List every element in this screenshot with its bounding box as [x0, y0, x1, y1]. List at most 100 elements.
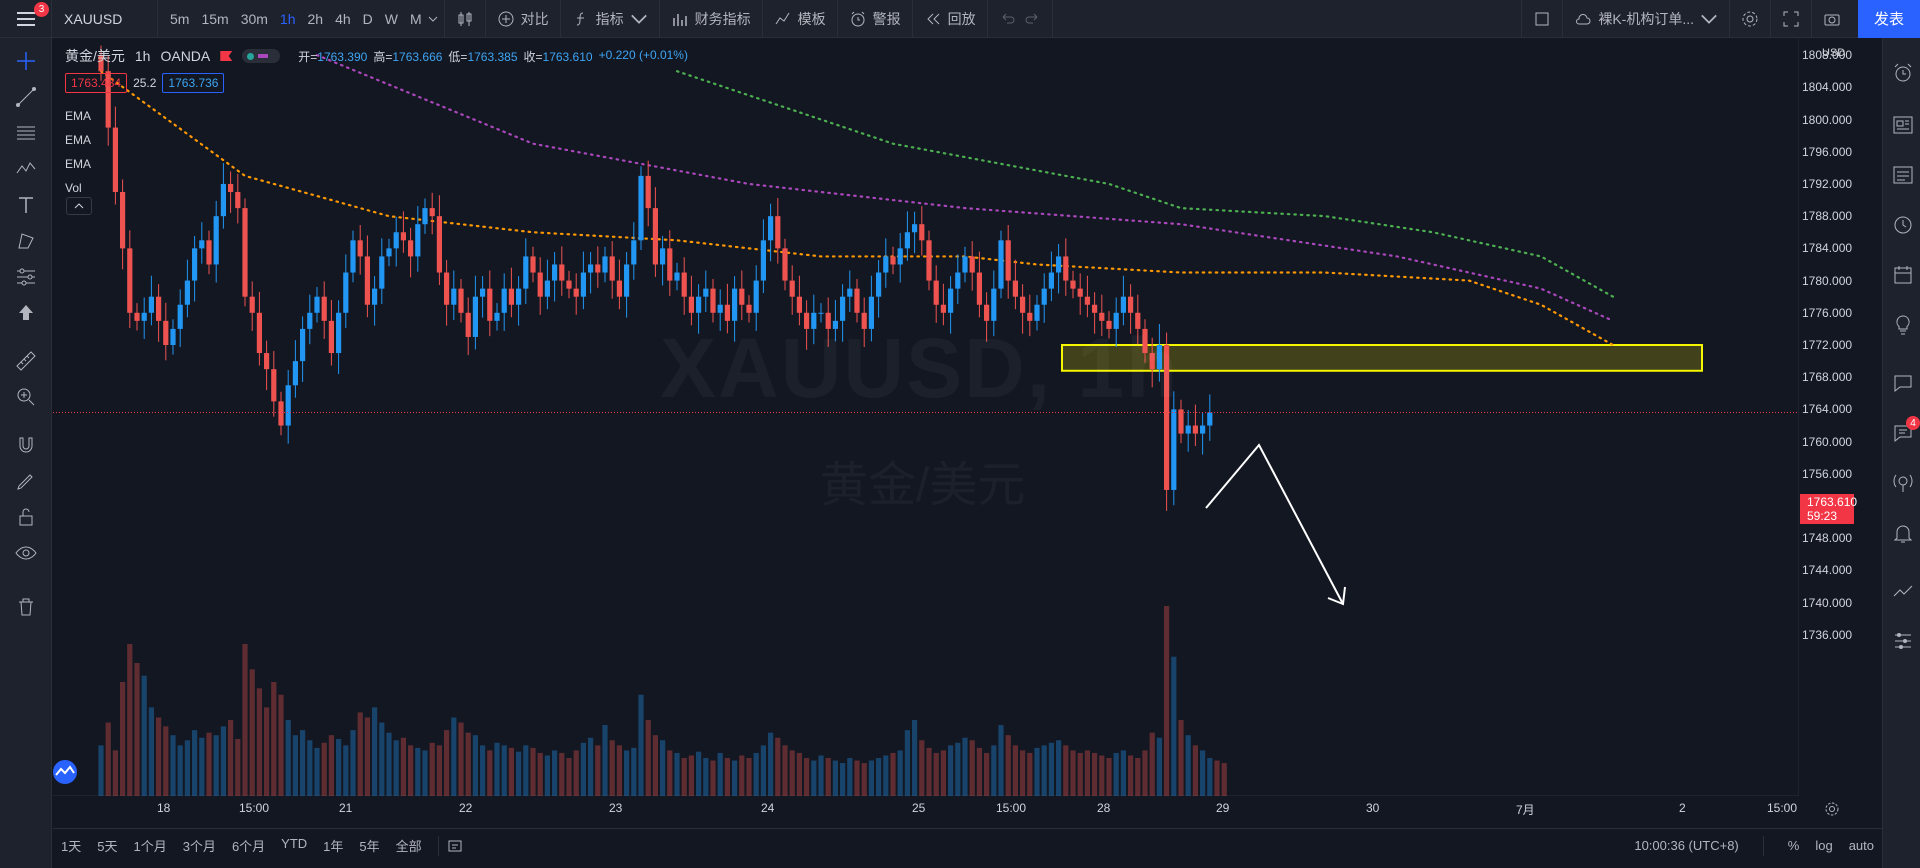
candle-body: [760, 240, 766, 281]
messages-button[interactable]: 4: [1890, 416, 1920, 446]
data-window-button[interactable]: [1890, 162, 1916, 188]
indicator-ema-1[interactable]: EMA: [65, 104, 91, 128]
ideas-button[interactable]: [1890, 312, 1916, 338]
pattern-tool[interactable]: [13, 156, 39, 182]
flag-icon[interactable]: [220, 51, 233, 61]
indicators-button[interactable]: 指标: [561, 0, 660, 38]
undo-icon[interactable]: [999, 10, 1017, 28]
fullscreen-button[interactable]: [1771, 0, 1812, 38]
candle-body: [228, 183, 234, 192]
watchlist-button[interactable]: [1890, 60, 1916, 86]
collapse-legend-button[interactable]: [66, 197, 92, 215]
candle-body: [681, 272, 687, 297]
interval-w[interactable]: W: [379, 11, 404, 27]
saved-layout-button[interactable]: 裸K-机构订单...: [1563, 0, 1730, 38]
shape-tool[interactable]: [13, 228, 39, 254]
streams-button[interactable]: [1890, 470, 1916, 496]
goto-date-icon[interactable]: [447, 839, 463, 853]
volume-bar: [364, 717, 370, 796]
measure-lines-tool[interactable]: [13, 264, 39, 290]
volume-bar: [415, 747, 421, 796]
chart-type-button[interactable]: [445, 0, 486, 38]
range-1d[interactable]: 1天: [53, 836, 89, 855]
fib-tool[interactable]: [13, 120, 39, 146]
candle-body: [300, 328, 306, 362]
interval-1h[interactable]: 1h: [274, 11, 302, 27]
notifications-button[interactable]: [1890, 520, 1916, 546]
candle-body: [710, 288, 716, 313]
indicator-ema-3[interactable]: EMA: [65, 152, 91, 176]
bell-icon: [1893, 525, 1913, 543]
clock[interactable]: 10:00:36 (UTC+8): [1634, 838, 1738, 853]
range-5d[interactable]: 5天: [89, 836, 125, 855]
time-axis[interactable]: 18 15:00 21 22 23 24 25 15:00 28 29 30 7…: [53, 797, 1799, 821]
candle-body: [1084, 296, 1090, 305]
interval-5m[interactable]: 5m: [164, 11, 195, 27]
log-toggle[interactable]: log: [1815, 838, 1832, 853]
chats-button[interactable]: [1890, 370, 1916, 396]
close-label: 收=: [523, 49, 543, 64]
alerts-button[interactable]: 警报: [838, 0, 913, 38]
draw-mode-tool[interactable]: [13, 468, 39, 494]
chat-icon: [1894, 375, 1912, 393]
news-button[interactable]: [1890, 112, 1916, 138]
template-icon: [775, 12, 790, 24]
range-6m[interactable]: 6个月: [224, 836, 273, 855]
price-chart[interactable]: [53, 39, 1799, 796]
trendline-tool[interactable]: [13, 84, 39, 110]
interval-30m[interactable]: 30m: [235, 11, 274, 27]
bid-button[interactable]: 1763.484: [65, 73, 128, 93]
symbol-search[interactable]: XAUUSD: [52, 0, 158, 38]
legend-symbol-name[interactable]: 黄金/美元: [65, 46, 125, 66]
interval-15m[interactable]: 15m: [195, 11, 234, 27]
gear-icon[interactable]: [1824, 801, 1840, 817]
layout-select-button[interactable]: [1521, 0, 1564, 38]
ask-button[interactable]: 1763.736: [162, 73, 225, 93]
delete-tool[interactable]: [13, 594, 39, 620]
percent-toggle[interactable]: %: [1788, 838, 1800, 853]
interval-4h[interactable]: 4h: [329, 11, 357, 27]
main-menu-button[interactable]: 3: [0, 0, 52, 38]
range-1m[interactable]: 1个月: [125, 836, 174, 855]
order-panel-button[interactable]: [1890, 578, 1916, 604]
redo-icon[interactable]: [1023, 10, 1041, 28]
time-label: 24: [761, 801, 775, 815]
volume-bar: [1149, 732, 1155, 796]
range-3m[interactable]: 3个月: [175, 836, 224, 855]
volume-bar: [400, 737, 406, 796]
zoom-tool[interactable]: [13, 384, 39, 410]
broadcast-icon: [1893, 474, 1913, 492]
calendar-button[interactable]: [1890, 262, 1916, 288]
arrow-up-tool[interactable]: [13, 300, 39, 326]
chevron-down-icon[interactable]: [428, 15, 438, 23]
range-all[interactable]: 全部: [388, 836, 430, 855]
interval-d[interactable]: D: [357, 11, 379, 27]
templates-button[interactable]: 模板: [763, 0, 838, 38]
chart-pane[interactable]: [53, 39, 1799, 796]
magnet-tool[interactable]: [13, 432, 39, 458]
replay-button[interactable]: 回放: [913, 0, 988, 38]
market-status-icon[interactable]: [242, 49, 281, 63]
compare-button[interactable]: 对比: [486, 0, 561, 38]
range-5y[interactable]: 5年: [351, 836, 387, 855]
hotlist-button[interactable]: [1890, 212, 1916, 238]
publish-button[interactable]: 发表: [1858, 0, 1920, 38]
crosshair-tool[interactable]: [13, 48, 39, 74]
indicator-ema-2[interactable]: EMA: [65, 128, 91, 152]
volume-bar: [1027, 752, 1033, 796]
range-ytd[interactable]: YTD: [273, 836, 315, 855]
price-tick-label: 1800.000: [1802, 112, 1853, 127]
candle-body: [559, 264, 565, 281]
lock-tool[interactable]: [13, 504, 39, 530]
snapshot-button[interactable]: [1812, 0, 1852, 38]
settings-button[interactable]: [1730, 0, 1771, 38]
interval-m[interactable]: M: [404, 11, 428, 27]
visibility-tool[interactable]: [13, 540, 39, 566]
text-tool[interactable]: [13, 192, 39, 218]
financials-button[interactable]: 财务指标: [660, 0, 763, 38]
ruler-tool[interactable]: [13, 348, 39, 374]
dom-button[interactable]: [1890, 628, 1916, 654]
auto-toggle[interactable]: auto: [1849, 838, 1874, 853]
range-1y[interactable]: 1年: [315, 836, 351, 855]
interval-2h[interactable]: 2h: [302, 11, 330, 27]
